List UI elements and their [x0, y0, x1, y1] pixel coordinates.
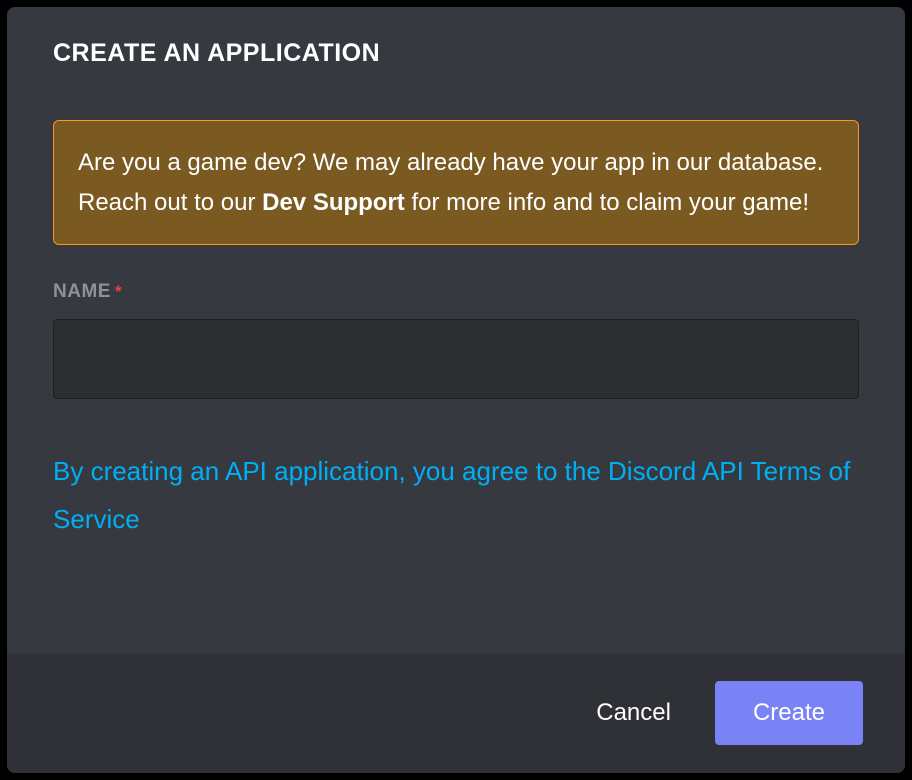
modal-content: Create an Application Are you a game dev…: [7, 7, 905, 653]
modal-footer: Cancel Create: [7, 653, 905, 773]
notice-text-after: for more info and to claim your game!: [405, 189, 809, 216]
name-field-label: Name: [53, 281, 111, 303]
modal-title: Create an Application: [53, 39, 859, 68]
notice-text: Are you a game dev? We may already have …: [78, 143, 834, 222]
name-field-label-row: Name *: [53, 281, 859, 303]
cancel-button[interactable]: Cancel: [576, 685, 691, 741]
dev-support-link[interactable]: Dev Support: [262, 189, 405, 216]
terms-of-service-link[interactable]: By creating an API application, you agre…: [53, 447, 859, 543]
name-input[interactable]: [53, 319, 859, 399]
required-asterisk: *: [115, 282, 122, 302]
create-button[interactable]: Create: [715, 681, 863, 745]
create-application-modal: Create an Application Are you a game dev…: [7, 7, 905, 773]
game-dev-notice: Are you a game dev? We may already have …: [53, 120, 859, 245]
